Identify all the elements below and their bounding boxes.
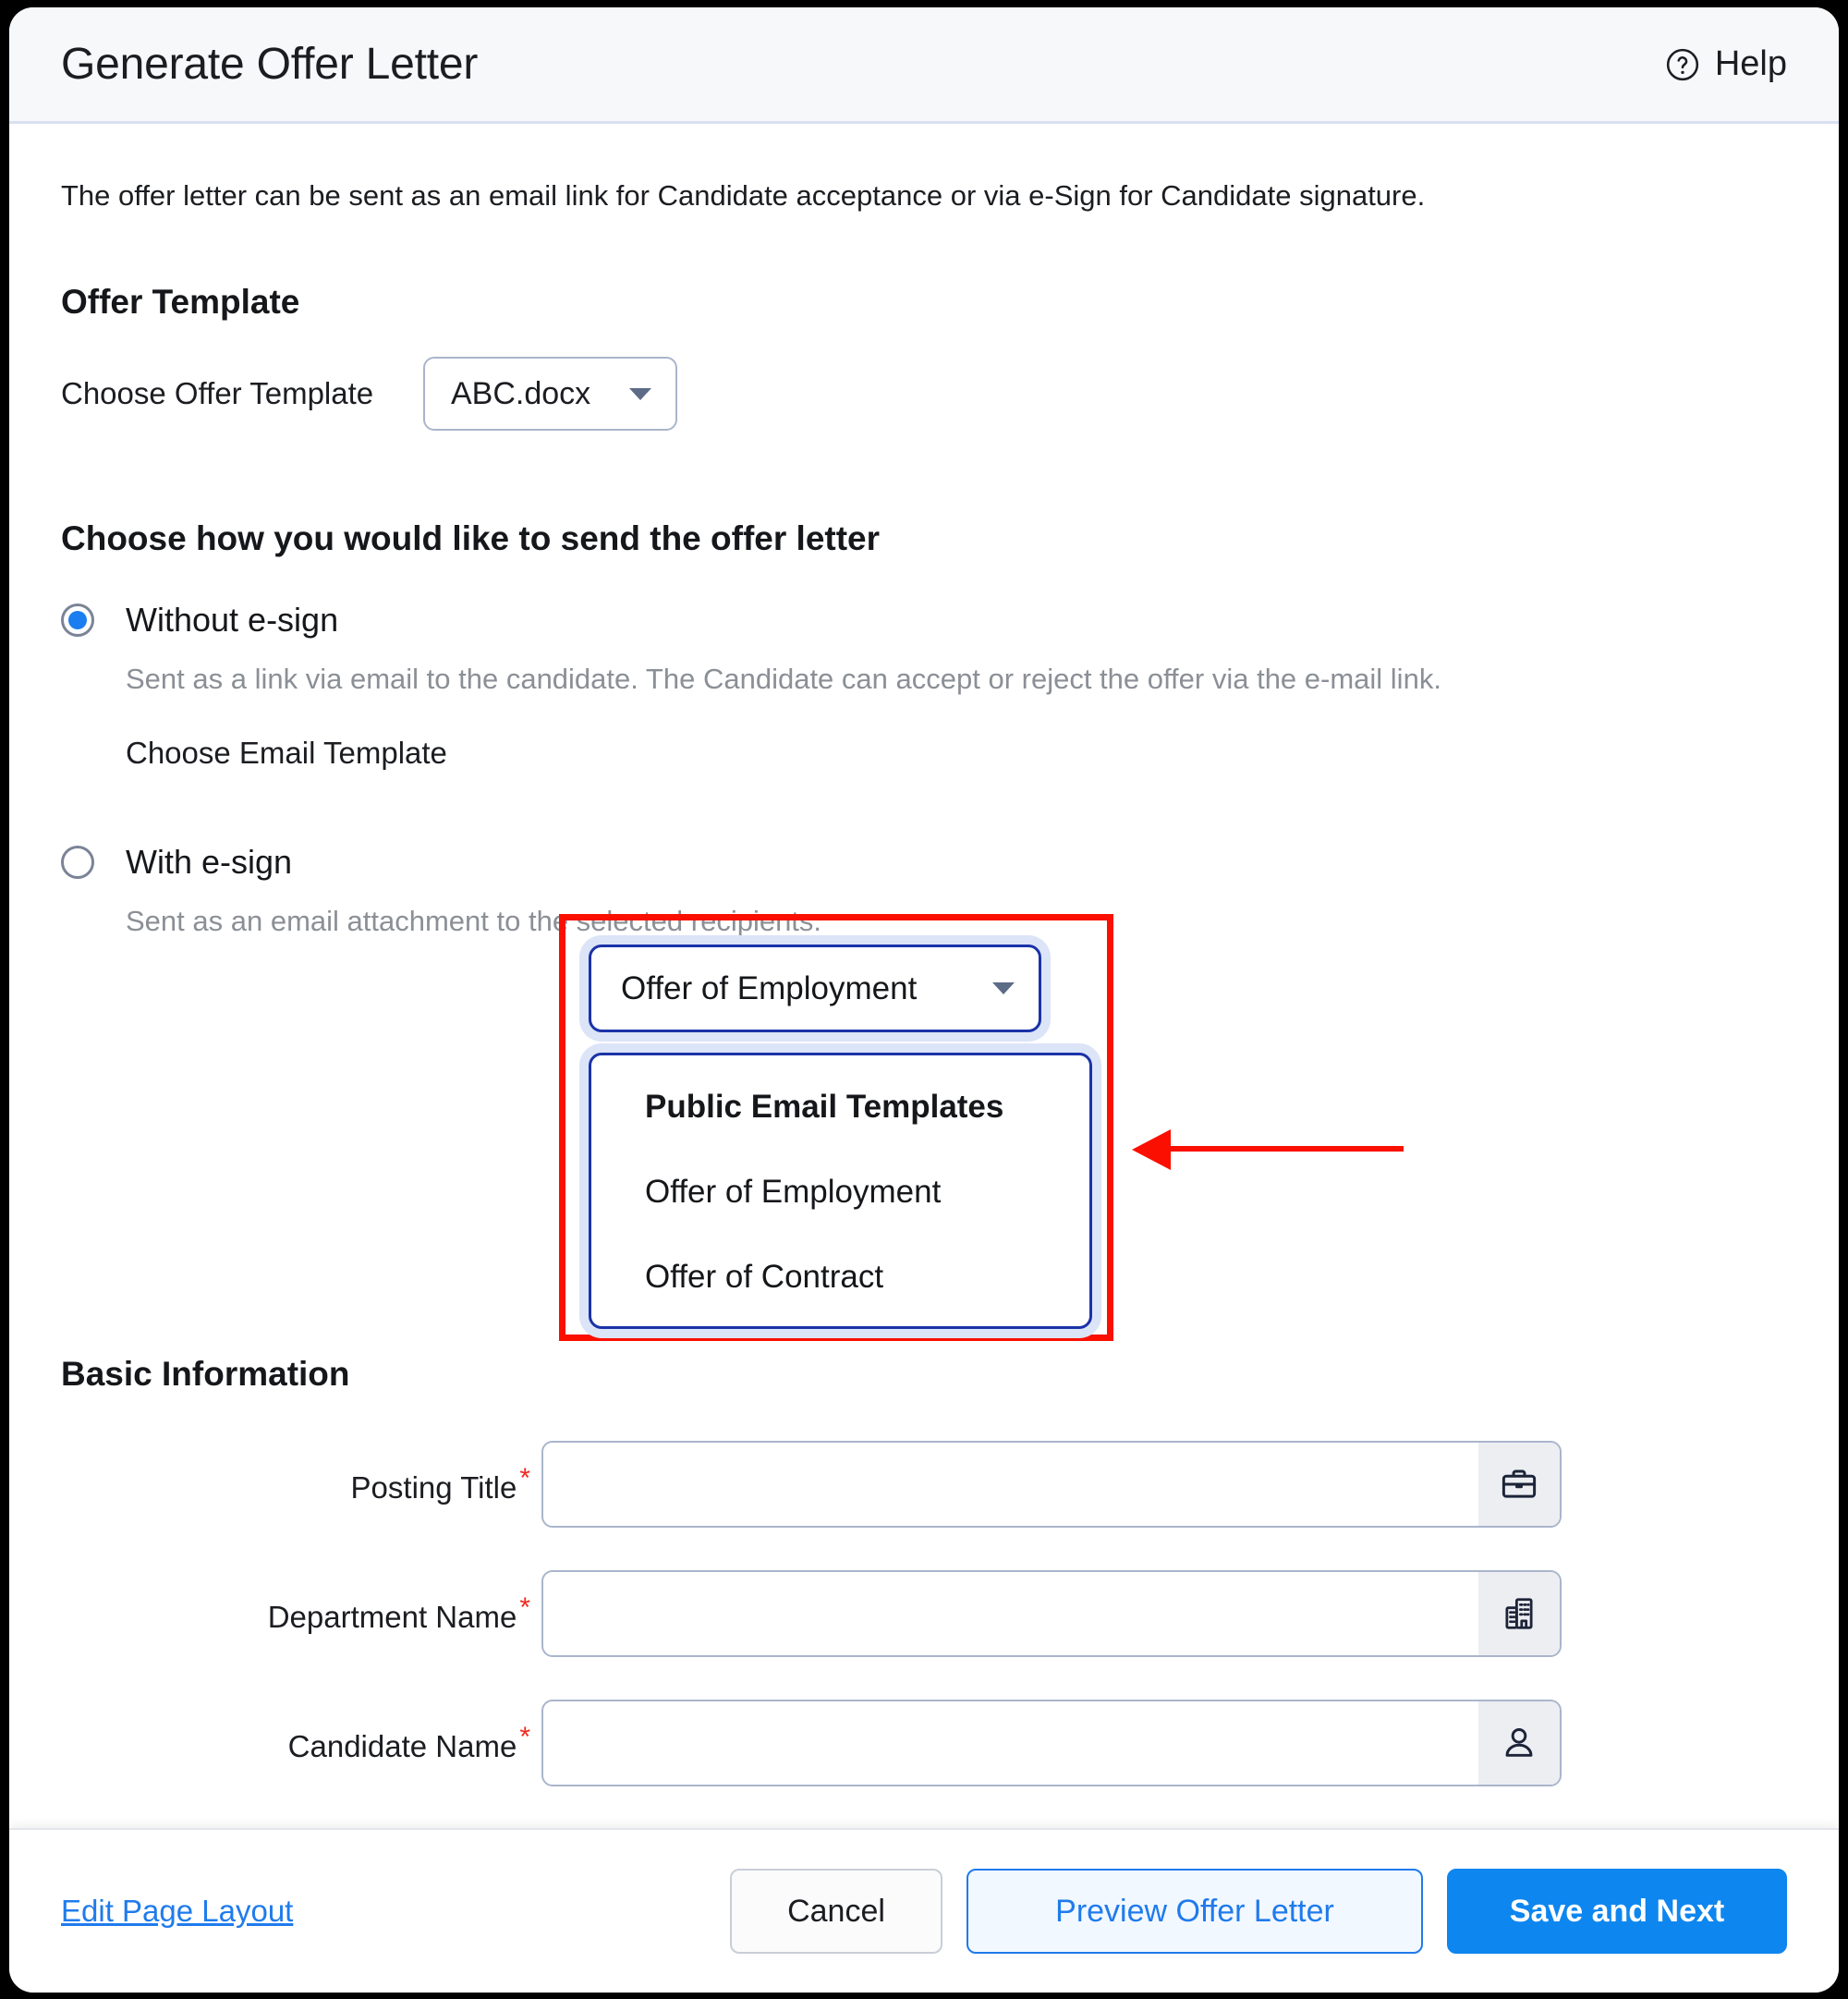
offer-template-select[interactable]: ABC.docx bbox=[423, 357, 677, 432]
posting-title-value bbox=[543, 1443, 1478, 1526]
cancel-button[interactable]: Cancel bbox=[730, 1869, 942, 1954]
building-icon bbox=[1478, 1572, 1560, 1655]
menu-group-header: Public Email Templates bbox=[645, 1089, 1004, 1125]
annotation-arrow-icon bbox=[1132, 1129, 1404, 1170]
page-title: Generate Offer Letter bbox=[61, 40, 479, 89]
generate-offer-letter-dialog: Generate Offer Letter Help The offer let… bbox=[9, 7, 1839, 1993]
chevron-down-icon bbox=[992, 982, 1015, 994]
briefcase-icon bbox=[1478, 1443, 1560, 1526]
radio-with-esign-description: Sent as an email attachment to the selec… bbox=[126, 904, 822, 937]
menu-item-offer-of-employment[interactable]: Offer of Employment bbox=[591, 1176, 1089, 1208]
offer-template-heading: Offer Template bbox=[61, 283, 300, 322]
department-name-input[interactable] bbox=[541, 1570, 1562, 1657]
offer-template-label: Choose Offer Template bbox=[61, 376, 374, 411]
menu-item-offer-of-contract[interactable]: Offer of Contract bbox=[591, 1261, 1089, 1293]
candidate-name-label: Candidate Name * bbox=[61, 1722, 541, 1764]
email-template-label: Choose Email Template bbox=[126, 735, 447, 770]
radio-without-esign-label: Without e-sign bbox=[126, 601, 339, 640]
question-circle-icon bbox=[1666, 48, 1698, 80]
email-template-menu: Public Email Templates Offer of Employme… bbox=[589, 1053, 1092, 1329]
candidate-name-value bbox=[543, 1701, 1478, 1785]
posting-title-label: Posting Title * bbox=[61, 1463, 541, 1505]
radio-without-esign-description: Sent as a link via email to the candidat… bbox=[126, 663, 1441, 696]
posting-title-input[interactable] bbox=[541, 1441, 1562, 1528]
dialog-body: The offer letter can be sent as an email… bbox=[9, 124, 1839, 1828]
chevron-down-icon bbox=[629, 387, 651, 400]
person-icon bbox=[1478, 1701, 1560, 1785]
dialog-footer: Edit Page Layout Cancel Preview Offer Le… bbox=[9, 1828, 1839, 1993]
radio-without-esign[interactable] bbox=[61, 603, 94, 638]
email-template-value: Offer of Employment bbox=[621, 969, 918, 1006]
basic-information-form: Posting Title * Department Name * Candid… bbox=[61, 1441, 1562, 1828]
candidate-name-input[interactable] bbox=[541, 1700, 1562, 1786]
field-department-name: Department Name * bbox=[61, 1570, 1562, 1657]
department-name-value bbox=[543, 1572, 1478, 1655]
offer-template-row: Choose Offer Template ABC.docx bbox=[61, 357, 1787, 432]
footer-button-group: Cancel Preview Offer Letter Save and Nex… bbox=[730, 1869, 1787, 1954]
candidate-name-label-text: Candidate Name bbox=[287, 1729, 517, 1763]
save-and-next-button[interactable]: Save and Next bbox=[1447, 1869, 1787, 1954]
basic-information-heading: Basic Information bbox=[61, 1355, 350, 1393]
radio-with-esign[interactable] bbox=[61, 845, 94, 879]
help-label: Help bbox=[1714, 44, 1787, 83]
posting-title-label-text: Posting Title bbox=[350, 1470, 517, 1505]
department-name-label-text: Department Name bbox=[267, 1600, 517, 1634]
required-asterisk: * bbox=[519, 1722, 530, 1752]
dialog-header: Generate Offer Letter Help bbox=[9, 7, 1839, 124]
help-button[interactable]: Help bbox=[1665, 44, 1787, 84]
email-template-row: Choose Email Template bbox=[126, 736, 1787, 771]
required-asterisk: * bbox=[519, 1463, 530, 1493]
email-template-dropdown: Offer of Employment Public Email Templat… bbox=[589, 945, 1092, 1329]
department-name-label: Department Name * bbox=[61, 1592, 541, 1635]
email-template-select[interactable]: Offer of Employment bbox=[589, 945, 1041, 1032]
field-candidate-name: Candidate Name * bbox=[61, 1700, 1562, 1786]
preview-offer-letter-button[interactable]: Preview Offer Letter bbox=[967, 1869, 1423, 1954]
radio-option-without-esign[interactable]: Without e-sign bbox=[61, 601, 1787, 640]
required-asterisk: * bbox=[519, 1592, 530, 1623]
send-method-heading: Choose how you would like to send the of… bbox=[61, 519, 881, 558]
radio-option-with-esign[interactable]: With e-sign bbox=[61, 843, 1787, 882]
radio-with-esign-label: With e-sign bbox=[126, 842, 293, 881]
field-posting-title: Posting Title * bbox=[61, 1441, 1562, 1528]
intro-text: The offer letter can be sent as an email… bbox=[61, 179, 1426, 212]
offer-template-value: ABC.docx bbox=[451, 375, 591, 411]
edit-page-layout-link[interactable]: Edit Page Layout bbox=[61, 1894, 293, 1929]
